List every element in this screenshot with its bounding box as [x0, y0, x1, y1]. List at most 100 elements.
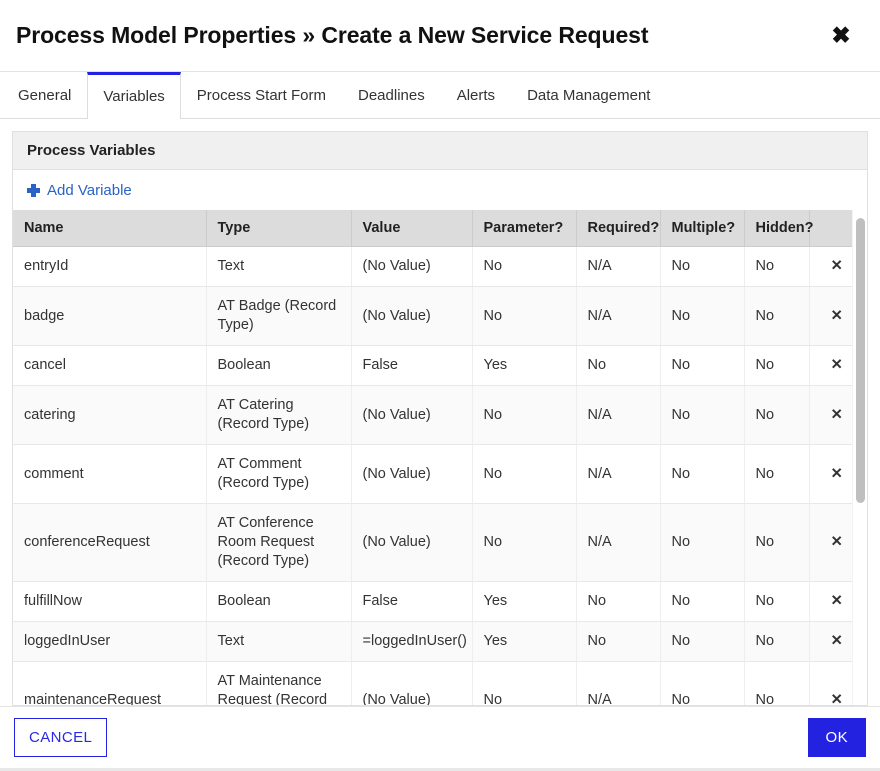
column-header-required[interactable]: Required?	[576, 210, 661, 247]
column-header-hidden[interactable]: Hidden?	[744, 210, 814, 247]
cell-required: N/A	[576, 661, 661, 705]
variables-table-body: entryId Text (No Value) No N/A No No ✕ badge AT B…	[13, 246, 863, 705]
table-scrollbar-thumb[interactable]	[856, 218, 865, 503]
table-row[interactable]: entryId Text (No Value) No N/A No No ✕	[13, 246, 863, 287]
dialog-body: Process Variables Add Variable Name Type…	[0, 119, 880, 706]
panel-toolbar: Add Variable	[13, 170, 867, 210]
cell-name: fulfillNow	[13, 581, 207, 622]
cell-name: cancel	[13, 345, 207, 386]
cell-name: catering	[13, 385, 207, 445]
cell-type: AT Comment (Record Type)	[206, 444, 352, 504]
cell-parameter: No	[472, 286, 577, 346]
cell-multiple: No	[660, 503, 745, 582]
table-row[interactable]: fulfillNow Boolean False Yes No No No ✕	[13, 581, 863, 622]
cell-value: (No Value)	[351, 503, 473, 582]
cell-multiple: No	[660, 345, 745, 386]
cell-type: AT Catering (Record Type)	[206, 385, 352, 445]
cell-name: entryId	[13, 246, 207, 287]
cell-hidden: No	[744, 581, 810, 622]
variables-table-container: Name Type Value Parameter? Required? Mul…	[13, 210, 867, 705]
cell-required: N/A	[576, 503, 661, 582]
tab-alerts[interactable]: Alerts	[441, 72, 511, 118]
cancel-button[interactable]: CANCEL	[14, 718, 108, 757]
dialog-footer: CANCEL OK	[0, 706, 880, 768]
panel-header: Process Variables	[13, 132, 867, 170]
cell-value: False	[351, 345, 473, 386]
cell-value: (No Value)	[351, 385, 473, 445]
table-row[interactable]: conferenceRequest AT Conference Room Requ…	[13, 503, 863, 582]
tab-bar: General Variables Process Start Form Dea…	[0, 72, 880, 119]
table-row[interactable]: catering AT Catering (Record Type) (No Val…	[13, 385, 863, 445]
table-scrollbar[interactable]	[852, 210, 867, 705]
cell-multiple: No	[660, 621, 745, 662]
tab-general[interactable]: General	[2, 72, 87, 118]
cell-name: badge	[13, 286, 207, 346]
variables-table-scroll: Name Type Value Parameter? Required? Mul…	[13, 210, 867, 705]
add-variable-button[interactable]: Add Variable	[27, 182, 132, 199]
cell-required: No	[576, 581, 661, 622]
cell-multiple: No	[660, 444, 745, 504]
cell-value: False	[351, 581, 473, 622]
cell-value: =loggedInUser()	[351, 621, 473, 662]
cell-parameter: No	[472, 444, 577, 504]
tab-process-start-form[interactable]: Process Start Form	[181, 72, 342, 118]
cell-type: Boolean	[206, 581, 352, 622]
table-row[interactable]: loggedInUser Text =loggedInUser() Yes No No No…	[13, 621, 863, 662]
page-title: Process Model Properties » Create a New …	[16, 22, 649, 48]
column-header-name[interactable]: Name	[13, 210, 207, 247]
table-row[interactable]: comment AT Comment (Record Type) (No Value…	[13, 444, 863, 504]
add-variable-label: Add Variable	[47, 181, 132, 199]
process-model-properties-dialog: Process Model Properties » Create a New …	[0, 0, 880, 771]
cell-required: N/A	[576, 246, 661, 287]
dialog-titlebar: Process Model Properties » Create a New …	[0, 0, 880, 72]
cell-required: No	[576, 621, 661, 662]
table-row[interactable]: cancel Boolean False Yes No No No ✕	[13, 345, 863, 386]
cell-multiple: No	[660, 385, 745, 445]
cell-required: No	[576, 345, 661, 386]
cell-name: maintenanceRequest	[13, 661, 207, 705]
table-row[interactable]: badge AT Badge (Record Type) (No Value) No N…	[13, 286, 863, 346]
cell-type: AT Conference Room Request (Record Type)	[206, 503, 352, 582]
tab-variables[interactable]: Variables	[87, 72, 181, 119]
column-header-parameter[interactable]: Parameter?	[472, 210, 577, 247]
cell-required: N/A	[576, 385, 661, 445]
cell-hidden: No	[744, 444, 810, 504]
cell-multiple: No	[660, 661, 745, 705]
cell-name: conferenceRequest	[13, 503, 207, 582]
column-header-type[interactable]: Type	[206, 210, 352, 247]
cell-required: N/A	[576, 286, 661, 346]
cell-hidden: No	[744, 246, 810, 287]
cell-parameter: No	[472, 246, 577, 287]
column-header-value[interactable]: Value	[351, 210, 473, 247]
cell-name: loggedInUser	[13, 621, 207, 662]
cell-parameter: No	[472, 661, 577, 705]
cell-value: (No Value)	[351, 246, 473, 287]
tab-data-management[interactable]: Data Management	[511, 72, 666, 118]
cell-value: (No Value)	[351, 661, 473, 705]
plus-icon	[27, 183, 40, 197]
cell-type: Text	[206, 621, 352, 662]
cell-parameter: Yes	[472, 621, 577, 662]
cell-hidden: No	[744, 621, 810, 662]
cell-hidden: No	[744, 345, 810, 386]
table-row[interactable]: maintenanceRequest AT Maintenance Request…	[13, 661, 863, 705]
close-icon[interactable]: ✖	[824, 19, 858, 53]
cell-type: AT Maintenance Request (Record Type)	[206, 661, 352, 705]
cell-hidden: No	[744, 385, 810, 445]
column-header-multiple[interactable]: Multiple?	[660, 210, 745, 247]
cell-parameter: Yes	[472, 581, 577, 622]
cell-parameter: Yes	[472, 345, 577, 386]
process-variables-panel: Process Variables Add Variable Name Type…	[12, 131, 868, 706]
tab-deadlines[interactable]: Deadlines	[342, 72, 441, 118]
cell-hidden: No	[744, 286, 810, 346]
ok-button[interactable]: OK	[807, 718, 866, 757]
cell-required: N/A	[576, 444, 661, 504]
panel-header-title: Process Variables	[27, 142, 156, 159]
cell-hidden: No	[744, 503, 810, 582]
cell-type: AT Badge (Record Type)	[206, 286, 352, 346]
variables-table: Name Type Value Parameter? Required? Mul…	[13, 210, 863, 705]
cell-multiple: No	[660, 286, 745, 346]
table-header-row: Name Type Value Parameter? Required? Mul…	[13, 210, 863, 247]
cell-parameter: No	[472, 503, 577, 582]
cell-type: Text	[206, 246, 352, 287]
